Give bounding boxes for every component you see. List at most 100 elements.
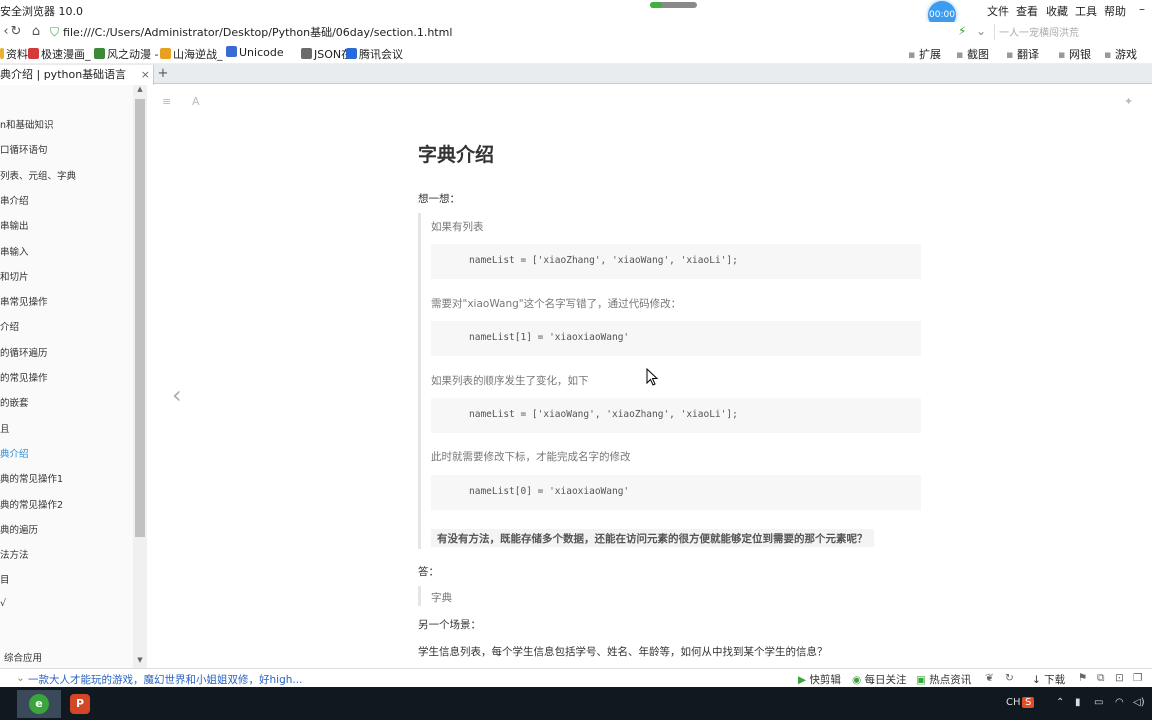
powerpoint-icon: P (70, 694, 90, 714)
ime-icon[interactable]: S (1022, 697, 1035, 708)
scroll-up-icon[interactable]: ▲ (133, 85, 147, 97)
menu-tools[interactable]: 工具 (1075, 3, 1097, 19)
twitter-icon[interactable]: ✦ (1124, 95, 1133, 108)
sidebar-item[interactable]: 和切片 (0, 269, 29, 283)
daily-focus-button[interactable]: ◉ 每日关注 (852, 672, 907, 687)
usb-icon[interactable]: ▮ (1075, 697, 1081, 708)
sidebar-item[interactable]: 串常见操作 (0, 294, 48, 308)
bookmark-item[interactable]: 极速漫画_ (28, 46, 91, 62)
language-indicator[interactable]: CH (1006, 697, 1021, 708)
sidebar-item[interactable]: n和基础知识 (0, 117, 54, 131)
sidebar-item[interactable]: 串输入 (0, 244, 29, 258)
menu-toggle-icon[interactable]: ≡ (162, 95, 171, 108)
battery-icon[interactable]: ▭ (1094, 697, 1103, 708)
quick-clip-button[interactable]: ▶ 快剪辑 (798, 672, 841, 687)
sidebar-item[interactable]: 典介绍 (0, 446, 29, 460)
bookmark-label: 山海逆战_ (173, 48, 223, 61)
status-ad-link[interactable]: 一款大人才能玩的游戏，魔幻世界和小姐姐双修，好high... (28, 672, 302, 687)
bolt-icon[interactable]: ⚡ (958, 24, 966, 38)
sidebar-item[interactable]: 串介绍 (0, 193, 29, 207)
flag-icon[interactable]: ⚑ (1078, 672, 1087, 684)
wifi-icon[interactable]: ◠ (1115, 697, 1124, 708)
status-item-label: 每日关注 (864, 674, 907, 686)
menu-view[interactable]: 查看 (1016, 3, 1038, 19)
close-icon[interactable]: × (141, 65, 150, 84)
news-icon: ▣ (916, 674, 930, 686)
bookmark-label: 腾讯会议 (359, 48, 403, 61)
sidebar-item[interactable]: 的常见操作 (0, 370, 48, 384)
code-block: nameList = ['xiaoWang', 'xiaoZhang', 'xi… (431, 398, 921, 433)
sidebar-item[interactable]: 综合应用 (4, 650, 42, 664)
scroll-down-icon[interactable]: ▼ (133, 656, 147, 668)
scene-label: 另一个场景： (418, 619, 481, 631)
menu-file[interactable]: 文件 (987, 3, 1009, 19)
translate-button[interactable]: ▪ 翻译 (1006, 46, 1039, 62)
sidebar-item[interactable]: 串输出 (0, 218, 29, 232)
sidebar-item[interactable]: 典的常见操作2 (0, 497, 63, 511)
sidebar-item[interactable]: 且 (0, 421, 10, 435)
bookmark-item[interactable]: Unicode (226, 46, 284, 59)
new-tab-button[interactable]: + (156, 65, 170, 83)
toolbar-icon: ▪ (1058, 48, 1069, 61)
progress-indicator (650, 2, 697, 8)
search-input[interactable]: 一人一宠横闯洪荒 (994, 24, 1144, 40)
minimize-icon[interactable]: – (1134, 1, 1150, 17)
sidebar-item[interactable]: 典的常见操作1 (0, 471, 63, 485)
bookmark-favicon-icon (28, 48, 39, 59)
bookmark-item[interactable]: 资料 (0, 46, 28, 62)
previous-page-icon[interactable]: ‹ (172, 381, 182, 409)
scroll-thumb[interactable] (135, 99, 145, 537)
font-settings-icon[interactable]: A (192, 95, 200, 108)
download-button[interactable]: ↓ 下载 (1032, 672, 1065, 687)
bookmark-item[interactable]: 风之动漫 - (94, 46, 158, 62)
sidebar-item[interactable]: 的嵌套 (0, 395, 29, 409)
restore-icon[interactable]: ❐ (1133, 672, 1142, 684)
menu-favorites[interactable]: 收藏 (1046, 3, 1068, 19)
sidebar-scrollbar[interactable]: ▲ ▼ (133, 85, 147, 668)
sidebar-item[interactable]: 的循环遍历 (0, 345, 48, 359)
address-bar[interactable]: ⛉ file:///C:/Users/Administrator/Desktop/… (50, 24, 950, 40)
bookmark-item[interactable]: 山海逆战_ (160, 46, 223, 62)
online-bank-button[interactable]: ▪ 网银 (1058, 46, 1091, 62)
toolbar-label: 翻译 (1016, 48, 1039, 61)
refresh-icon[interactable]: ↻ (1005, 672, 1014, 684)
code-block: nameList[1] = 'xiaoxiaoWang' (431, 321, 921, 356)
sidebar-item[interactable]: 目 (0, 572, 10, 586)
tray-chevron-icon[interactable]: ⌃ (1056, 697, 1064, 708)
bookmark-item[interactable]: JSON在 (301, 46, 352, 62)
volume-icon[interactable]: ◁) (1133, 697, 1145, 708)
taskbar-browser-app[interactable]: e (17, 690, 61, 718)
menu-help[interactable]: 帮助 (1104, 3, 1126, 19)
sidebar-item[interactable]: 典的遍历 (0, 522, 38, 536)
tab-dict-intro[interactable]: 典介绍 | python基础语言 × (0, 65, 154, 85)
think-label: 想一想： (418, 193, 460, 205)
sidebar-item[interactable]: 法方法 (0, 547, 29, 561)
bookmark-favicon-icon (226, 46, 237, 57)
chevron-down-icon[interactable]: ⌄ (976, 24, 986, 38)
screenshot-button[interactable]: ▪ 截图 (956, 46, 989, 62)
extensions-button[interactable]: ▪ 扩展 (908, 46, 941, 62)
games-button[interactable]: ▪ 游戏 (1104, 46, 1137, 62)
chevron-down-icon[interactable]: ⌄ (16, 672, 25, 684)
quote-text: 此时就需要修改下标，才能完成名字的修改 (431, 451, 631, 463)
zoom-icon[interactable]: ⊡ (1115, 672, 1124, 684)
title-bar: 安全浏览器 10.0 00:00 文件 查看 收藏 工具 帮助 – (0, 0, 1152, 29)
sidebar-item[interactable]: 介绍 (0, 319, 19, 333)
sidebar-item[interactable]: √ (0, 598, 6, 609)
bookmark-bar: 资料 极速漫画_ 风之动漫 - 山海逆战_ Unicode JSON在 腾讯会议 ▪ 扩展 ▪ … (0, 42, 1152, 64)
bookmark-label: 风之动漫 - (107, 48, 159, 61)
code-block: nameList = ['xiaoZhang', 'xiaoWang', 'xi… (431, 244, 921, 279)
bookmark-item[interactable]: 腾讯会议 (346, 46, 403, 62)
hot-news-button[interactable]: ▣ 热点资讯 (916, 672, 971, 687)
refresh-icon[interactable]: ↻ (8, 23, 24, 41)
page-title: 字典介绍 (418, 144, 495, 166)
taskbar-powerpoint-app[interactable]: P (58, 690, 102, 718)
sidebar-item[interactable]: 口循环语句 (0, 142, 48, 156)
sidebar-item[interactable]: 列表、元组、字典 (0, 168, 76, 182)
home-icon[interactable]: ⌂ (28, 23, 44, 41)
crop-icon[interactable]: ⧉ (1097, 672, 1105, 685)
window-title: 安全浏览器 10.0 (0, 5, 83, 18)
bookmark-favicon-icon (160, 48, 171, 59)
status-bar: ⌄ 一款大人才能玩的游戏，魔幻世界和小姐姐双修，好high... ▶ 快剪辑 ◉… (0, 668, 1152, 687)
leaf-icon[interactable]: ❦ (985, 672, 994, 684)
